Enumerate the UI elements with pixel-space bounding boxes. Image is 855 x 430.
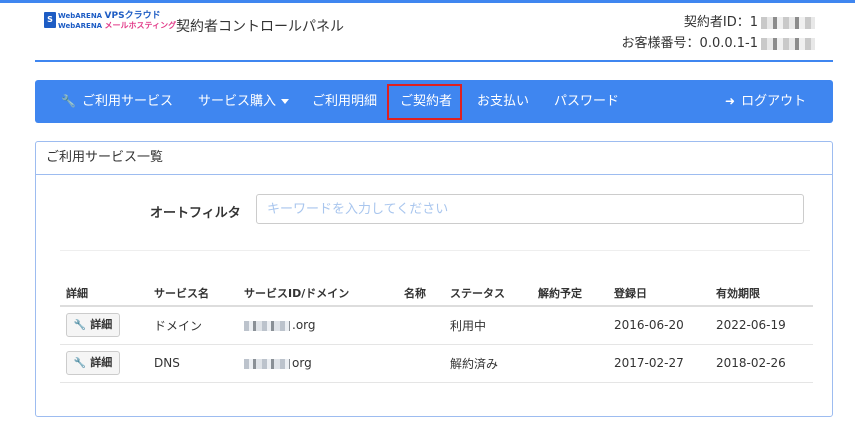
expiry-date-cell: 2018-02-26	[710, 344, 813, 383]
top-accent-bar	[0, 0, 855, 3]
column-header: 有効期限	[710, 280, 813, 307]
logo-badge-icon: S	[44, 12, 56, 28]
highlight-box-contractor	[387, 84, 462, 120]
filter-input[interactable]	[256, 194, 804, 224]
column-header: 登録日	[608, 280, 710, 307]
column-header: 解約予定	[532, 280, 608, 307]
redacted-domain	[244, 358, 290, 369]
nav-item-purchase[interactable]: サービス購入	[198, 80, 290, 123]
services-panel: ご利用サービス一覧 オートフィルタ 詳細 サービス名 サービスID/ドメイン 名…	[35, 141, 833, 417]
filter-divider	[60, 250, 810, 251]
status-cell: 解約済み	[444, 344, 532, 383]
services-table: 詳細 サービス名 サービスID/ドメイン 名称 ステータス 解約予定 登録日 有…	[60, 280, 813, 383]
table-row: 🔧 詳細 ドメイン .org 利用中 2016-06-20 2022-06-19	[60, 306, 813, 345]
name-cell	[398, 306, 444, 345]
domain-cell: .org	[238, 306, 398, 345]
logo-line-2: WebARENA メールホスティング	[58, 21, 177, 30]
wrench-icon: 🔧	[73, 358, 87, 369]
service-name-cell: DNS	[148, 344, 238, 383]
domain-cell: org	[238, 344, 398, 383]
table-row: 🔧 詳細 DNS org 解約済み 2017-02-27 2018-02-26	[60, 344, 813, 383]
service-name-cell: ドメイン	[148, 306, 238, 345]
column-header: サービスID/ドメイン	[238, 280, 398, 307]
cancel-cell	[532, 306, 608, 345]
column-header: 詳細	[60, 280, 148, 307]
nav-item-statements[interactable]: ご利用明細	[312, 80, 377, 123]
nav-item-payment[interactable]: お支払い	[477, 80, 529, 123]
logout-icon: ➜	[725, 94, 736, 108]
cancel-cell	[532, 344, 608, 383]
column-header: 名称	[398, 280, 444, 307]
status-cell: 利用中	[444, 306, 532, 345]
column-header: サービス名	[148, 280, 238, 307]
redacted-id	[761, 16, 815, 29]
nav-item-services[interactable]: 🔧 ご利用サービス	[61, 80, 173, 123]
wrench-icon: 🔧	[73, 320, 87, 332]
wrench-icon: 🔧	[61, 94, 76, 108]
expiry-date-cell: 2022-06-19	[710, 306, 813, 345]
column-header: ステータス	[444, 280, 532, 307]
logo-line-1: WebARENA VPSクラウド	[58, 11, 161, 21]
customer-number: お客様番号：0.0.0.1-1	[622, 33, 815, 54]
registered-date-cell: 2016-06-20	[608, 306, 710, 345]
brand-logo[interactable]: S WebARENA VPSクラウド WebARENA メールホスティング	[44, 11, 176, 32]
registered-date-cell: 2017-02-27	[608, 344, 710, 383]
page-title: 契約者コントロールパネル	[176, 19, 344, 35]
nav-item-password[interactable]: パスワード	[554, 80, 619, 123]
account-info: 契約者ID：1 お客様番号：0.0.0.1-1	[622, 12, 815, 54]
header-divider	[35, 60, 833, 62]
table-header-row: 詳細 サービス名 サービスID/ドメイン 名称 ステータス 解約予定 登録日 有…	[60, 280, 813, 307]
detail-button[interactable]: 🔧 詳細	[66, 351, 120, 375]
logout-button[interactable]: ➜ ログアウト	[725, 80, 806, 123]
filter-label: オートフィルタ	[150, 206, 241, 221]
panel-title: ご利用サービス一覧	[36, 142, 832, 175]
contract-id: 契約者ID：1	[622, 12, 815, 33]
redacted-customer-number	[761, 37, 815, 50]
caret-down-icon	[281, 99, 290, 104]
redacted-domain	[244, 320, 290, 331]
name-cell	[398, 344, 444, 383]
detail-button[interactable]: 🔧 詳細	[66, 313, 120, 338]
